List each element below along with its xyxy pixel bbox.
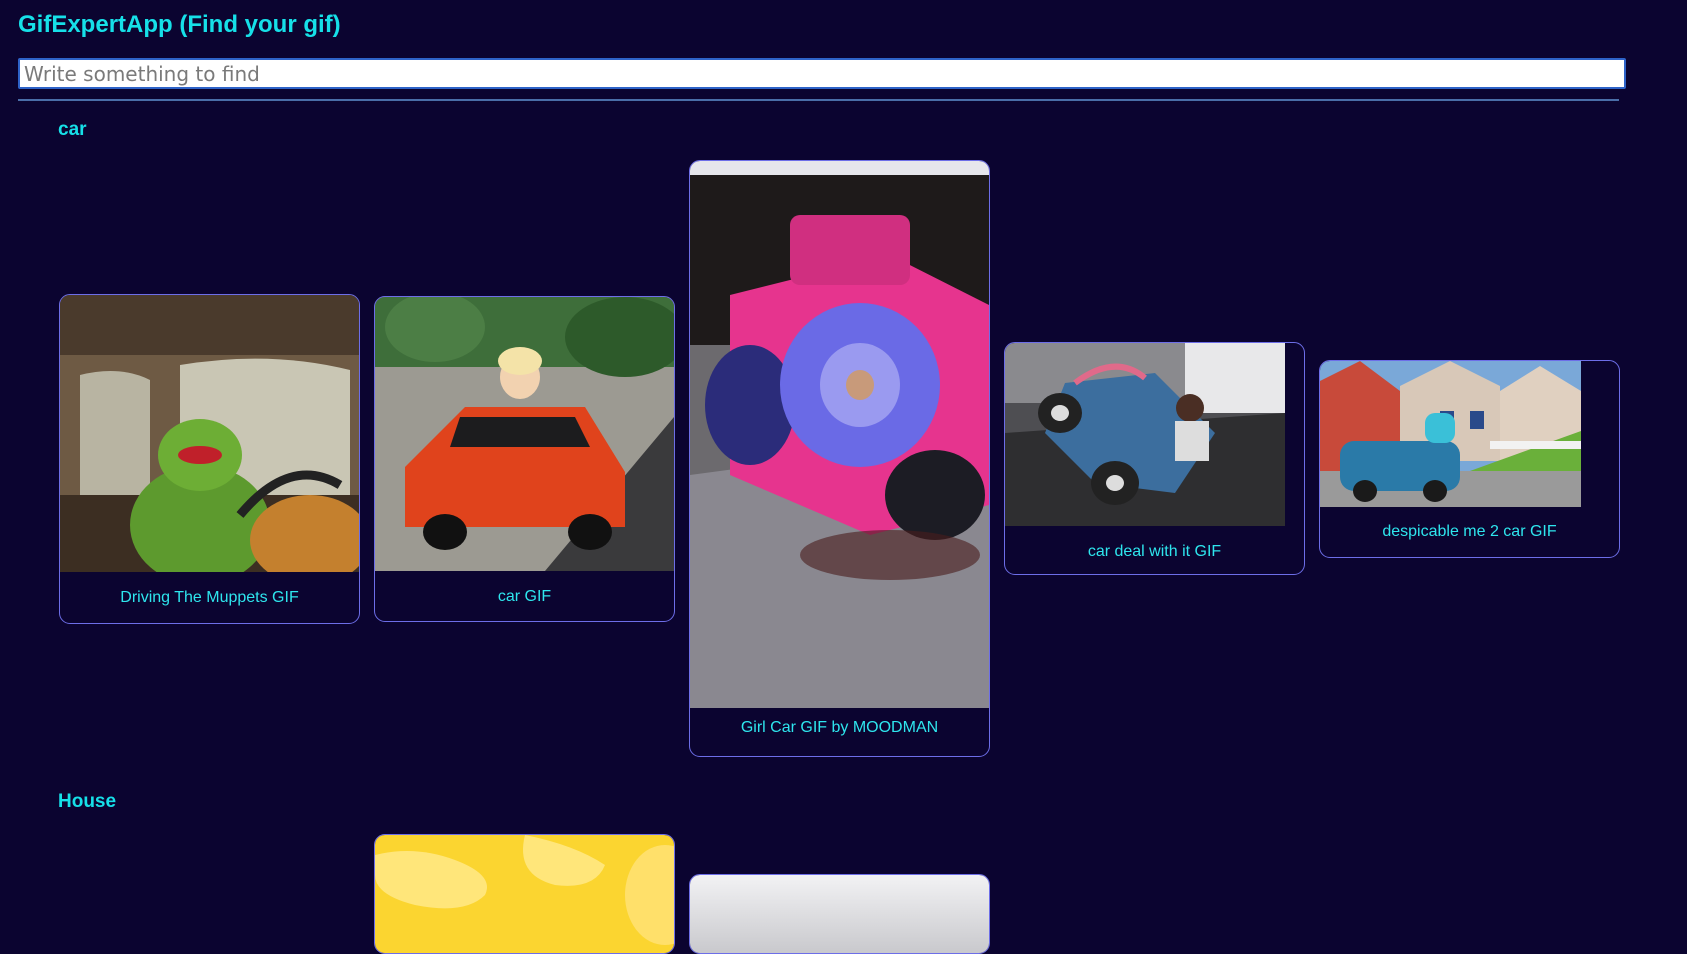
gif-caption: despicable me 2 car GIF — [1382, 523, 1557, 540]
gif-image-car[interactable] — [375, 297, 674, 571]
gif-card[interactable]: Driving The Muppets GIF — [59, 294, 360, 624]
app-title: GifExpertApp (Find your gif) — [18, 11, 341, 38]
gif-card[interactable]: Girl Car GIF by MOODMAN — [689, 160, 990, 757]
gif-caption: car GIF — [497, 588, 552, 605]
gif-caption: car deal with it GIF — [1087, 543, 1222, 560]
category-title-house: House — [58, 791, 117, 812]
gif-card[interactable] — [689, 874, 990, 954]
gif-card[interactable]: car deal with it GIF — [1004, 342, 1305, 575]
gif-card[interactable]: despicable me 2 car GIF — [1319, 360, 1620, 558]
gif-image-car-deal[interactable] — [1005, 343, 1285, 526]
gif-card[interactable] — [374, 834, 675, 954]
gif-image-house-2[interactable] — [690, 875, 989, 953]
gif-image-girl-car[interactable] — [690, 161, 989, 708]
gif-caption: Driving The Muppets GIF — [120, 589, 299, 606]
divider — [18, 99, 1619, 101]
gif-image-muppets[interactable] — [60, 295, 359, 572]
gif-image-house-1[interactable] — [375, 835, 674, 953]
search-input[interactable] — [18, 58, 1626, 89]
gif-card[interactable]: car GIF — [374, 296, 675, 622]
gif-image-despicable[interactable] — [1320, 361, 1581, 507]
gif-caption: Girl Car GIF by MOODMAN — [740, 719, 939, 736]
category-title-car: car — [58, 119, 87, 140]
